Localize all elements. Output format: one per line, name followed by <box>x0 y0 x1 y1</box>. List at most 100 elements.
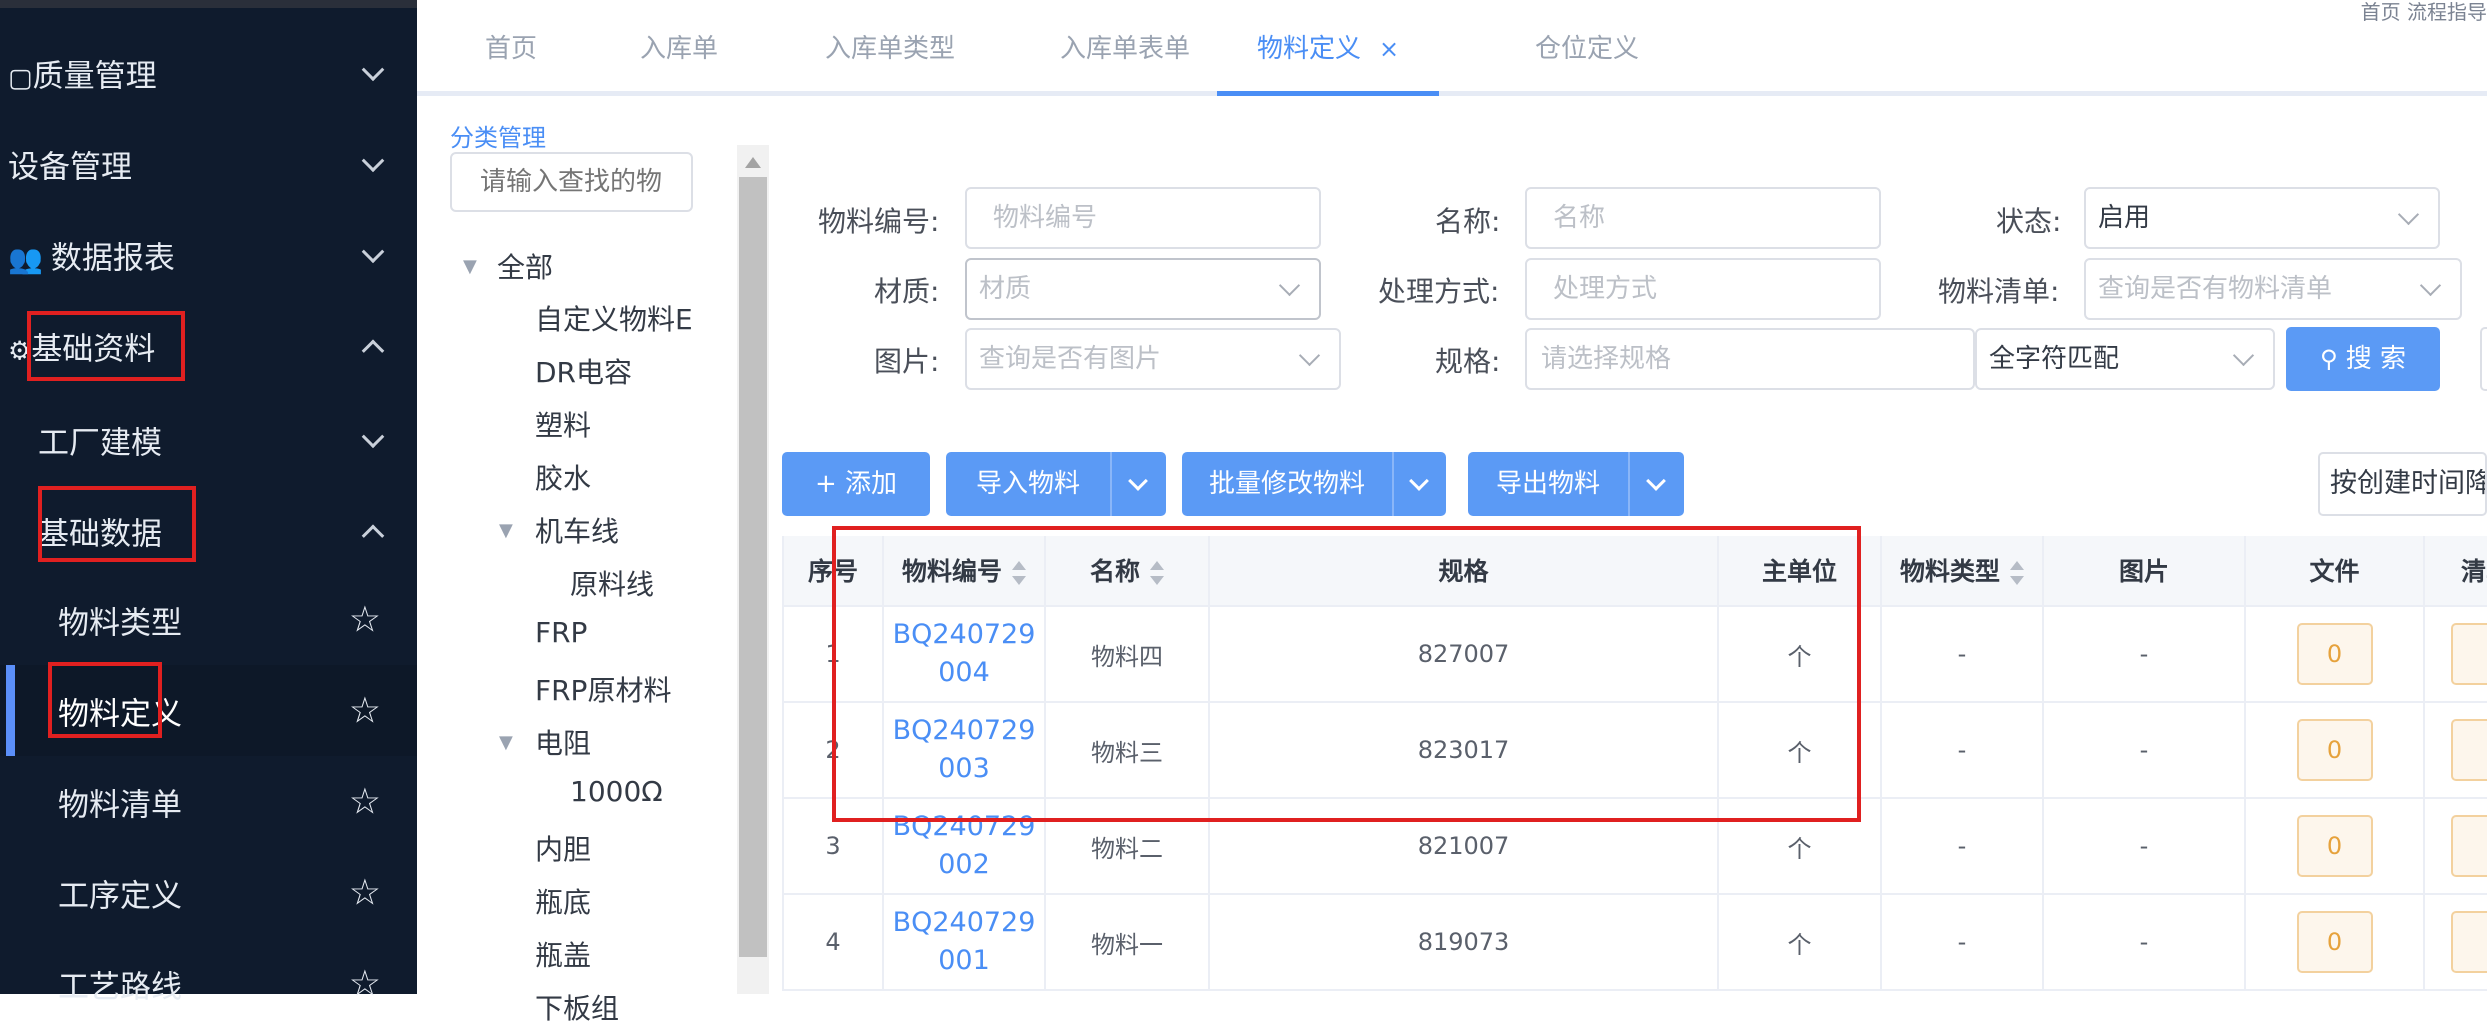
import-button[interactable]: 导入物料 <box>946 452 1110 516</box>
column-header-unit: 主单位 <box>1719 536 1882 607</box>
chevron-down-icon[interactable] <box>1409 471 1429 491</box>
top-right-links[interactable]: 首页 流程指导 <box>2361 0 2487 25</box>
bom-badge[interactable] <box>2451 815 2487 877</box>
material-code-link[interactable]: BQ240729002 <box>889 808 1039 884</box>
star-icon[interactable]: ☆ <box>349 599 381 640</box>
table-cell: 0 <box>2246 799 2425 895</box>
reset-button-edge[interactable] <box>2480 327 2487 391</box>
bom-select[interactable]: 查询是否有物料清单 <box>2084 258 2462 320</box>
code-input[interactable]: 物料编号 <box>965 187 1321 249</box>
material-name: 物料四 <box>1091 642 1163 671</box>
table-cell: - <box>1882 895 2044 991</box>
process-label: 处理方式: <box>1378 275 1500 308</box>
tree-node[interactable]: FRP <box>535 616 587 649</box>
material-select[interactable]: 材质 <box>965 258 1321 320</box>
category-search-input[interactable] <box>450 152 693 212</box>
tree-node[interactable]: 内胆 <box>535 828 591 868</box>
batch-edit-button[interactable]: 批量修改物料 <box>1182 452 1392 516</box>
tree-node[interactable]: 电阻 <box>535 722 591 762</box>
tab-home[interactable]: 首页 <box>485 8 537 91</box>
tree-node[interactable]: 原料线 <box>570 563 654 603</box>
tab-location-definition[interactable]: 仓位定义 <box>1535 8 1639 91</box>
add-button[interactable]: + 添加 <box>782 452 930 516</box>
bom-label: 物料清单: <box>1938 275 2060 308</box>
match-mode-select[interactable]: 全字符匹配 <box>1975 328 2275 390</box>
sidebar-item-bom[interactable]: 物料清单 ☆ <box>0 756 417 847</box>
star-icon[interactable]: ☆ <box>349 963 381 1004</box>
scrollbar-thumb[interactable] <box>739 177 767 957</box>
tab-inbound-type[interactable]: 入库单类型 <box>825 8 955 91</box>
search-icon: ⚲ <box>2319 345 2338 373</box>
material-code-link[interactable]: BQ240729004 <box>889 616 1039 692</box>
sidebar-item-equipment[interactable]: 设备管理 <box>0 118 417 209</box>
export-button[interactable]: 导出物料 <box>1468 452 1628 516</box>
bom-badge[interactable] <box>2451 719 2487 781</box>
column-header-code[interactable]: 物料编号 <box>884 536 1046 607</box>
tab-inbound-form[interactable]: 入库单表单 <box>1060 8 1190 91</box>
sidebar-item-material-definition[interactable]: 物料定义 ☆ <box>0 665 417 756</box>
tree-node[interactable]: 1000Ω <box>570 775 663 808</box>
sort-icon[interactable] <box>1012 560 1026 586</box>
name-input[interactable]: 名称 <box>1525 187 1881 249</box>
sidebar-item-quality[interactable]: ▢质量管理 <box>0 27 417 118</box>
export-button-group[interactable]: 导出物料 <box>1468 452 1684 516</box>
tree-node[interactable]: 全部 <box>497 246 553 286</box>
import-button-group[interactable]: 导入物料 <box>946 452 1166 516</box>
search-button[interactable]: ⚲ 搜 索 <box>2286 327 2440 391</box>
tree-node[interactable]: 瓶底 <box>535 881 591 921</box>
bom-badge[interactable] <box>2451 911 2487 973</box>
tree-node[interactable]: 塑料 <box>535 404 591 444</box>
star-icon[interactable]: ☆ <box>349 690 381 731</box>
sidebar-item-basic-info[interactable]: ⚙基础资料 <box>0 300 417 391</box>
column-header-type[interactable]: 物料类型 <box>1882 536 2044 607</box>
chevron-down-icon[interactable] <box>1646 471 1666 491</box>
star-icon[interactable]: ☆ <box>349 872 381 913</box>
sidebar-item-basic-data[interactable]: 基础数据 <box>0 485 417 576</box>
tree-node[interactable]: 瓶盖 <box>535 934 591 974</box>
tree-node[interactable]: 机车线 <box>535 510 619 550</box>
image-select[interactable]: 查询是否有图片 <box>965 328 1341 390</box>
file-count-badge[interactable]: 0 <box>2296 719 2373 781</box>
chevron-up-icon <box>361 523 385 547</box>
sidebar-item-routing[interactable]: 工艺路线 ☆ <box>0 938 417 1029</box>
tree-node[interactable]: FRP原材料 <box>535 669 671 709</box>
material-name: 物料三 <box>1091 738 1163 767</box>
table-cell: 个 <box>1719 799 1882 895</box>
sidebar-item-reports[interactable]: 👥 数据报表 <box>0 209 417 300</box>
file-count-badge[interactable]: 0 <box>2296 911 2373 973</box>
file-count-badge[interactable]: 0 <box>2296 623 2373 685</box>
spec-input[interactable]: 请选择规格 <box>1525 328 1975 390</box>
caret-down-icon[interactable]: ▼ <box>499 520 513 541</box>
material-code-link[interactable]: BQ240729001 <box>889 904 1039 980</box>
scroll-up-icon[interactable] <box>745 157 761 168</box>
sidebar-item-factory-modeling[interactable]: 工厂建模 <box>0 394 417 485</box>
table-cell: 0 <box>2246 607 2425 703</box>
close-icon[interactable]: × <box>1379 35 1399 63</box>
material-code-link[interactable]: BQ240729003 <box>889 712 1039 788</box>
column-header-name[interactable]: 名称 <box>1046 536 1210 607</box>
sidebar-item-material-type[interactable]: 物料类型 ☆ <box>0 574 417 665</box>
sort-select[interactable]: 按创建时间降 <box>2318 452 2487 516</box>
chevron-down-icon <box>2419 274 2442 297</box>
process-input[interactable]: 处理方式 <box>1525 258 1881 320</box>
file-count-badge[interactable]: 0 <box>2296 815 2373 877</box>
tree-node[interactable]: 胶水 <box>535 457 591 497</box>
caret-down-icon[interactable]: ▼ <box>463 256 477 277</box>
chevron-down-icon[interactable] <box>1128 471 1148 491</box>
sort-icon[interactable] <box>2010 560 2024 586</box>
tree-node[interactable]: 自定义物料E <box>535 298 693 338</box>
batch-edit-button-group[interactable]: 批量修改物料 <box>1182 452 1446 516</box>
tab-inbound-order[interactable]: 入库单 <box>640 8 718 91</box>
category-scrollbar[interactable] <box>737 145 769 994</box>
table-cell: BQ240729003 <box>884 703 1046 799</box>
status-select[interactable]: 启用 <box>2084 187 2440 249</box>
caret-down-icon[interactable]: ▼ <box>499 732 513 753</box>
sort-icon[interactable] <box>1150 560 1164 586</box>
star-icon[interactable]: ☆ <box>349 781 381 822</box>
chevron-down-icon <box>361 239 385 263</box>
bom-badge[interactable] <box>2451 623 2487 685</box>
tree-node[interactable]: 下板组 <box>535 987 619 1027</box>
tab-material-definition[interactable]: 物料定义 × <box>1217 8 1440 96</box>
sidebar-item-process-definition[interactable]: 工序定义 ☆ <box>0 847 417 938</box>
tree-node[interactable]: DR电容 <box>535 351 632 391</box>
